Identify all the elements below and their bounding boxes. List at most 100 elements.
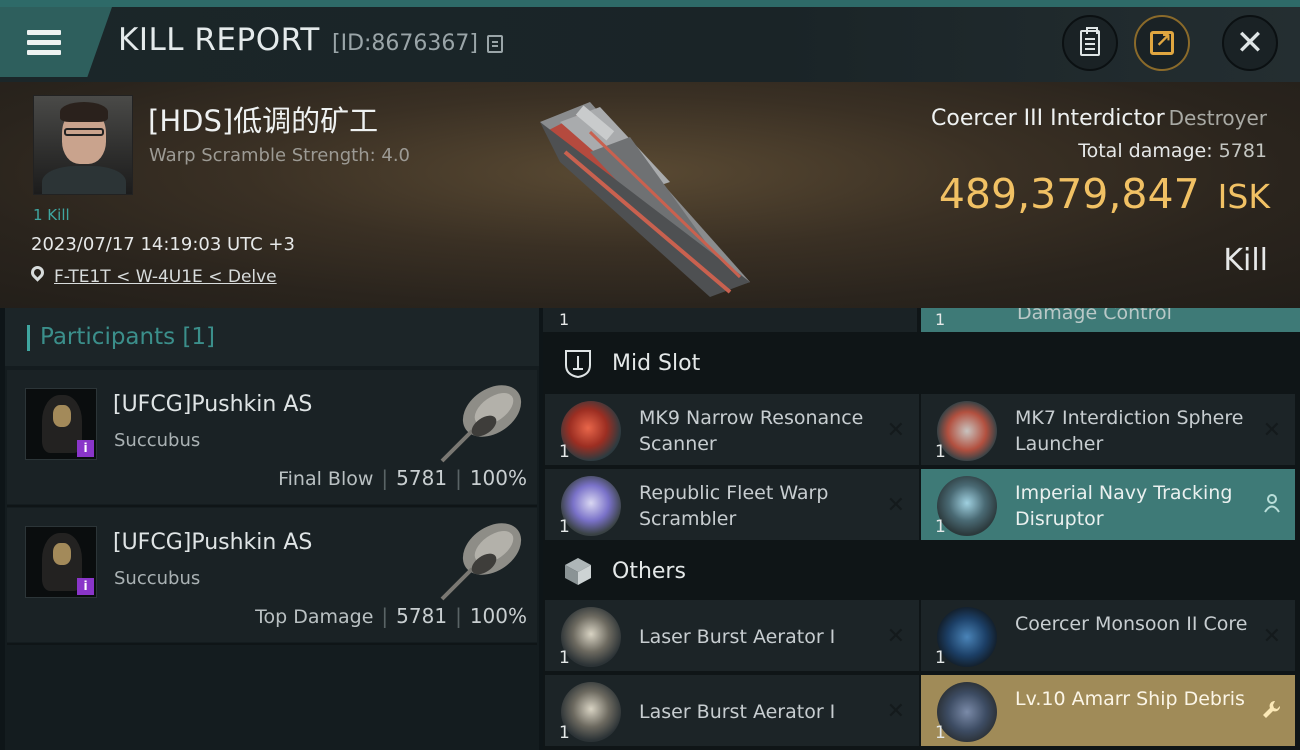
wrench-icon (1261, 699, 1281, 727)
item-qty: 1 (559, 442, 570, 462)
victim-ship-name: Coercer III Interdictor (931, 106, 1165, 131)
participants-label: Participants (40, 324, 176, 350)
item-qty: 1 (935, 648, 946, 668)
destroyed-x-icon: ✕ (886, 418, 905, 443)
participants-title: Participants [1] (40, 324, 215, 350)
item-name: Laser Burst Aerator I (639, 626, 836, 648)
isk-value: 489,379,847 ISK (939, 170, 1270, 218)
item-qty: 1 (559, 723, 570, 743)
item-qty: 1 (935, 517, 946, 537)
victim-banner: [HDS]低调的矿工 Warp Scramble Strength: 4.0 1… (0, 82, 1300, 308)
participants-header: Participants [1] (5, 308, 539, 366)
fitting-item[interactable]: 1 Republic Fleet Warp Scrambler ✕ (545, 469, 919, 540)
menu-icon (27, 25, 61, 60)
kill-location-link[interactable]: F-TE1T < W-4U1E < Delve (54, 267, 277, 287)
fitting-item[interactable]: 1 MK9 Narrow Resonance Scanner ✕ (545, 394, 919, 465)
interdiction-launcher-icon (937, 401, 997, 461)
kill-result: Kill (1223, 243, 1268, 278)
monsoon-core-icon (937, 607, 997, 667)
destroyed-x-icon: ✕ (886, 699, 905, 724)
destroyed-x-icon: ✕ (1262, 418, 1281, 443)
clipboard-icon (1080, 27, 1100, 56)
participant-percent: 100% (469, 466, 527, 490)
item-name: MK7 Interdiction Sphere Launcher (1015, 407, 1244, 455)
item-qty: 1 (935, 442, 946, 462)
participant-role: Top Damage (255, 606, 374, 628)
participant-ship-icon[interactable] (432, 376, 527, 466)
close-button[interactable]: ✕ (1222, 15, 1278, 71)
fittings-panel[interactable]: 1 1 Damage Control Mid Slot 1 MK9 Narrow… (543, 308, 1300, 750)
others-title: Others (612, 558, 686, 584)
share-button[interactable] (1134, 15, 1190, 71)
item-name: Laser Burst Aerator I (639, 701, 836, 723)
participant-damage: 5781 (396, 466, 448, 490)
participants-count: [1] (182, 324, 216, 350)
participants-panel: Participants [1] i [UFCG]Pushkin AS Succ… (5, 308, 539, 750)
fitting-item-partial[interactable]: 1 Damage Control (921, 308, 1300, 332)
mid-slot-section-header: Mid Slot (543, 334, 1300, 392)
kill-date: 2023/07/17 14:19:03 UTC +3 (31, 234, 295, 255)
location-pin-icon (28, 263, 47, 282)
isk-amount: 489,379,847 (938, 170, 1200, 218)
participant-name[interactable]: [UFCG]Pushkin AS (113, 530, 312, 555)
top-bar: KILL REPORT [ID:8676367] ✕ (0, 0, 1300, 82)
participant-name[interactable]: [UFCG]Pushkin AS (113, 392, 312, 417)
laser-aerator-icon (561, 682, 621, 742)
fitting-item-partial[interactable]: 1 (543, 308, 917, 332)
item-qty: 1 (559, 648, 570, 668)
participant-percent: 100% (469, 604, 527, 628)
warp-scrambler-icon (561, 476, 621, 536)
ship-debris-icon (937, 682, 997, 742)
warp-scramble-strength: Warp Scramble Strength: 4.0 (149, 145, 411, 166)
cube-icon (562, 555, 594, 587)
close-icon: ✕ (1235, 23, 1265, 63)
victim-portrait[interactable] (33, 95, 133, 195)
kill-count: 1 Kill (33, 206, 70, 224)
tracking-disruptor-icon (937, 476, 997, 536)
item-qty: 1 (935, 723, 946, 743)
copy-icon[interactable] (487, 35, 503, 53)
destroyed-x-icon: ✕ (886, 493, 905, 518)
item-qty: 1 (559, 517, 570, 537)
participant-stats: Final Blow | 5781 | 100% (278, 466, 527, 490)
item-name: Coercer Monsoon II Core (1015, 613, 1248, 635)
fitting-item[interactable]: 1 Lv.10 Amarr Ship Debris (921, 675, 1295, 746)
victim-pilot-name[interactable]: [HDS]低调的矿工 (148, 98, 378, 140)
participant-card[interactable]: i [UFCG]Pushkin AS Succubus Top Damage | 5… (7, 508, 537, 645)
participant-avatar[interactable]: i (25, 388, 97, 460)
report-id: [ID:8676367] (332, 31, 478, 56)
item-qty: 1 (559, 310, 570, 329)
fitting-item[interactable]: 1 Coercer Monsoon II Core ✕ (921, 600, 1295, 671)
participant-ship: Succubus (114, 430, 201, 451)
item-name: Republic Fleet Warp Scrambler (639, 482, 829, 530)
destroyed-x-icon: ✕ (886, 624, 905, 649)
victim-ship[interactable]: Coercer III Interdictor Destroyer (931, 106, 1267, 131)
total-damage-value: 5781 (1218, 140, 1267, 162)
item-name: Lv.10 Amarr Ship Debris (1015, 688, 1245, 710)
fitting-item[interactable]: 1 Laser Burst Aerator I ✕ (545, 600, 919, 671)
total-damage-label: Total damage: (1078, 140, 1213, 162)
laser-aerator-icon (561, 607, 621, 667)
info-badge-icon[interactable]: i (77, 440, 94, 457)
participant-stats: Top Damage | 5781 | 100% (255, 604, 527, 628)
fitting-item[interactable]: 1 Imperial Navy Tracking Disruptor (921, 469, 1295, 540)
participant-ship: Succubus (114, 568, 201, 589)
fitting-item[interactable]: 1 Laser Burst Aerator I ✕ (545, 675, 919, 746)
fitting-item[interactable]: 1 MK7 Interdiction Sphere Launcher ✕ (921, 394, 1295, 465)
participant-ship-icon[interactable] (432, 514, 527, 604)
participant-avatar[interactable]: i (25, 526, 97, 598)
share-icon (1150, 28, 1174, 55)
participant-role: Final Blow (278, 468, 374, 490)
others-section-header: Others (543, 542, 1300, 600)
mid-slot-icon (562, 347, 594, 379)
info-badge-icon[interactable]: i (77, 578, 94, 595)
participant-card[interactable]: i [UFCG]Pushkin AS Succubus Final Blow | 5… (7, 370, 537, 507)
menu-button[interactable] (0, 7, 112, 77)
total-damage: Total damage: 5781 (1078, 140, 1267, 162)
item-name: MK9 Narrow Resonance Scanner (639, 407, 864, 455)
item-name: Imperial Navy Tracking Disruptor (1015, 482, 1233, 530)
top-accent-line (0, 0, 1300, 7)
mid-slot-title: Mid Slot (612, 350, 701, 376)
clipboard-button[interactable] (1062, 15, 1118, 71)
victim-ship-class: Destroyer (1168, 106, 1267, 130)
